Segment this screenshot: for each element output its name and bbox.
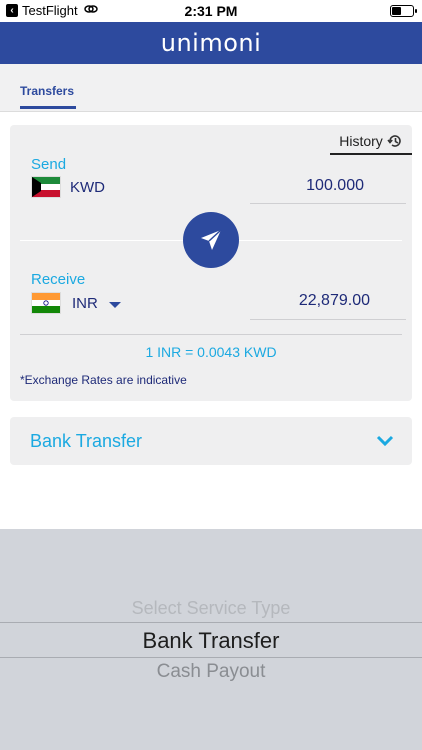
exchange-rate: 1 INR = 0.0043 KWD (145, 344, 277, 360)
send-amount-underline (250, 203, 406, 204)
caret-down-icon[interactable] (109, 302, 121, 308)
service-type-picker[interactable]: Select Service Type Bank Transfer Cash P… (0, 529, 422, 750)
history-icon (387, 135, 401, 147)
picker-selection-top-line (0, 622, 422, 623)
battery-icon (390, 5, 417, 17)
picker-option-cash-payout[interactable]: Cash Payout (0, 661, 422, 683)
kuwait-flag-icon (31, 176, 61, 198)
tab-transfers[interactable]: Transfers (20, 84, 74, 98)
nav-bar: unimoni (0, 22, 422, 64)
history-label: History (339, 133, 383, 149)
currency-converter-card: History Send KWD 100.000 Receive INR 22,… (10, 125, 412, 401)
swap-send-button[interactable] (183, 212, 239, 268)
rate-disclaimer: *Exchange Rates are indicative (20, 373, 187, 387)
status-bar: ‹ TestFlight 2:31 PM (0, 0, 422, 22)
receive-amount-underline (250, 319, 406, 320)
picker-option-placeholder[interactable]: Select Service Type (0, 598, 422, 619)
paper-plane-icon (201, 229, 222, 250)
chevron-down-icon (376, 435, 394, 447)
india-flag-icon (31, 292, 61, 314)
receive-currency-select[interactable]: INR (72, 295, 98, 312)
rate-divider (20, 334, 402, 335)
brand-logo: unimoni (160, 29, 262, 57)
send-currency[interactable]: KWD (70, 179, 105, 196)
send-label: Send (31, 156, 67, 173)
status-time: 2:31 PM (184, 3, 238, 19)
send-amount-input[interactable]: 100.000 (306, 177, 364, 195)
picker-selection-bottom-line (0, 657, 422, 658)
history-button[interactable]: History (330, 129, 412, 155)
tab-bar: Transfers (0, 64, 422, 112)
service-type-value: Bank Transfer (30, 431, 143, 451)
receive-label: Receive (31, 271, 86, 288)
service-type-dropdown[interactable]: Bank Transfer (10, 417, 412, 465)
active-tab-indicator (20, 106, 76, 109)
picker-option-selected[interactable]: Bank Transfer (0, 628, 422, 654)
receive-amount-input[interactable]: 22,879.00 (299, 292, 370, 310)
